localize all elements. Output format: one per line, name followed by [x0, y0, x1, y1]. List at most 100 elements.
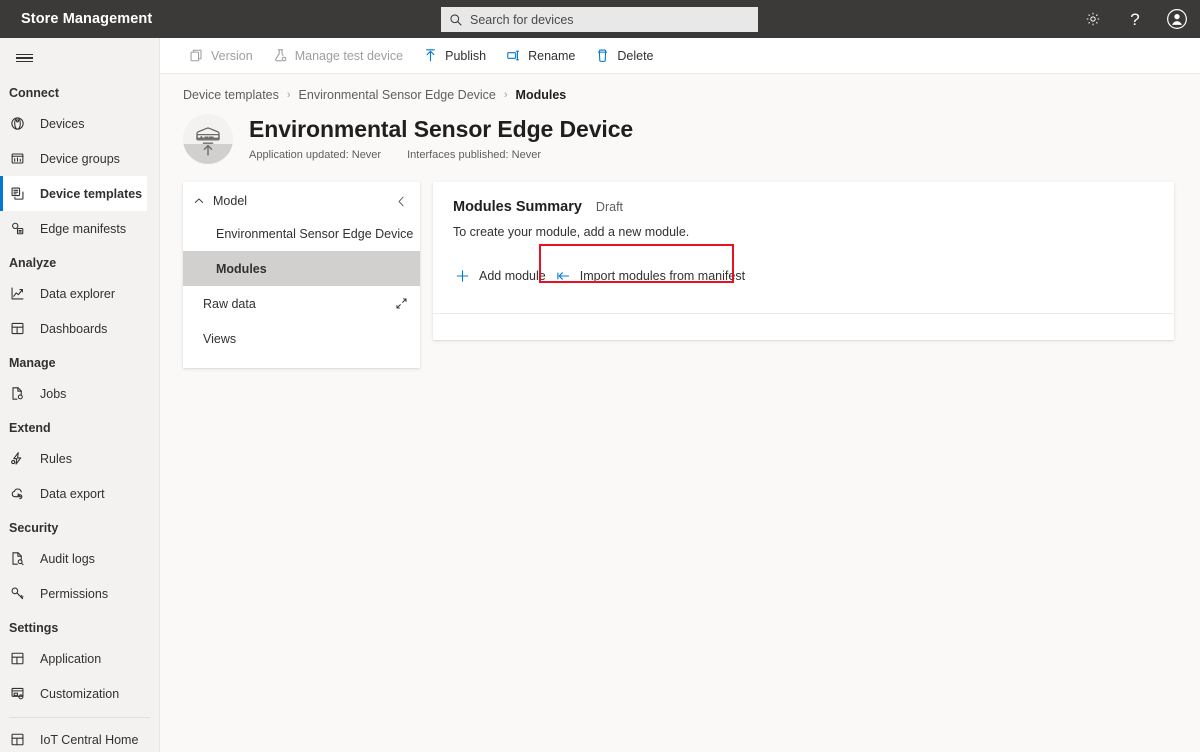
model-tree-label: Modules: [216, 261, 267, 276]
sidebar-item-label: Edge manifests: [40, 221, 127, 236]
sidebar-item-dashboards[interactable]: Dashboards: [0, 311, 159, 346]
modules-summary-card: Modules Summary Draft To create your mod…: [433, 182, 1174, 340]
sidebar-item-label: Device templates: [40, 186, 143, 201]
sidebar-item-label: Rules: [40, 451, 72, 466]
search-box[interactable]: [441, 7, 758, 32]
model-panel: Model Environmental Sensor Edge Device Mo…: [183, 182, 420, 368]
sidebar-item-audit-logs[interactable]: Audit logs: [0, 541, 159, 576]
sidebar-item-label: Dashboards: [40, 321, 108, 336]
rename-button[interactable]: Rename: [499, 41, 582, 71]
model-tree-item-modules[interactable]: Modules: [183, 251, 420, 286]
sidebar-item-label: Permissions: [40, 586, 109, 601]
sidebar-section-title: Security: [9, 521, 59, 535]
app-title: Store Management: [21, 11, 153, 27]
dashboard-grid-icon: [9, 320, 26, 337]
model-tree-item-environmental-sensor-edge-device[interactable]: Environmental Sensor Edge Device: [183, 216, 420, 251]
publish-up-arrow-icon: [423, 48, 438, 63]
delete-button[interactable]: Delete: [588, 41, 660, 71]
sidebar-item-label: Data export: [40, 486, 105, 501]
command-label: Manage test device: [294, 48, 404, 63]
chevron-left-icon[interactable]: [394, 194, 408, 208]
sidebar-item-label: IoT Central Home: [40, 732, 139, 747]
test-device-flask-icon: [273, 48, 288, 63]
search-icon: [449, 13, 463, 27]
main-content: Device templates › Environmental Sensor Ed…: [160, 74, 1200, 752]
help-glyph: ?: [1130, 9, 1140, 29]
sidebar-item-device-templates[interactable]: Device templates: [0, 176, 147, 211]
sidebar-item-customization[interactable]: Customization: [0, 676, 159, 711]
audit-log-icon: [9, 550, 26, 567]
sidebar-item-data-export[interactable]: Data export: [0, 476, 159, 511]
page-meta-item: Interfaces published: Never: [407, 149, 542, 161]
application-grid-icon: [9, 650, 26, 667]
device-groups-icon: [9, 150, 26, 167]
summary-header: Modules Summary Draft: [433, 199, 1174, 215]
version-copy-icon: [189, 48, 204, 63]
sidebar-item-device-groups[interactable]: Device groups: [0, 141, 159, 176]
publish-button[interactable]: Publish: [416, 41, 493, 71]
edge-manifests-icon: [9, 220, 26, 237]
hamburger-icon[interactable]: [0, 40, 48, 76]
sidebar-item-label: Audit logs: [40, 551, 95, 566]
import-modules-from-manifest-button[interactable]: Import modules from manifest: [554, 261, 753, 291]
model-panel-header[interactable]: Model: [183, 186, 420, 216]
model-tree-item-raw-data[interactable]: Raw data: [183, 286, 420, 321]
add-module-button[interactable]: Add module: [453, 261, 554, 291]
sidebar-item-label: Customization: [40, 686, 120, 701]
breadcrumb-separator: ›: [503, 89, 508, 101]
sidebar-section-title: Connect: [9, 86, 59, 100]
model-tree-item-views[interactable]: Views: [183, 321, 420, 356]
sidebar-navigation: Connect Devices Device groups Device templa…: [0, 38, 160, 752]
sidebar-item-edge-manifests[interactable]: Edge manifests: [0, 211, 159, 246]
plus-icon: [455, 269, 470, 284]
customization-icon: [9, 685, 26, 702]
top-app-bar: Store Management ?: [0, 0, 1200, 38]
trash-icon: [595, 48, 610, 63]
rules-icon: [9, 450, 26, 467]
rename-icon: [506, 48, 521, 63]
action-label: Add module: [479, 269, 546, 283]
key-icon: [9, 585, 26, 602]
action-label: Import modules from manifest: [579, 269, 746, 283]
status-badge: Draft: [595, 200, 624, 214]
sidebar-item-permissions[interactable]: Permissions: [0, 576, 159, 611]
command-label: Publish: [445, 48, 487, 63]
chart-line-icon: [9, 285, 26, 302]
sidebar-section-title: Manage: [9, 356, 56, 370]
panels-row: Model Environmental Sensor Edge Device Mo…: [160, 164, 1200, 368]
user-account-icon[interactable]: [1164, 6, 1190, 32]
sidebar-item-rules[interactable]: Rules: [0, 441, 159, 476]
search-input[interactable]: [470, 12, 730, 27]
jobs-file-icon: [9, 385, 26, 402]
sidebar-item-data-explorer[interactable]: Data explorer: [0, 276, 159, 311]
sidebar-item-label: Devices: [40, 116, 85, 131]
model-tree-label: Raw data: [203, 296, 256, 311]
breadcrumb-item[interactable]: Environmental Sensor Edge Device: [299, 88, 496, 102]
card-footer: [433, 314, 1174, 340]
devices-icon: [9, 115, 26, 132]
sidebar-item-label: Application: [40, 651, 102, 666]
sidebar-item-application[interactable]: Application: [0, 641, 159, 676]
home-grid-icon: [9, 731, 26, 748]
page-header: Environmental Sensor Edge Device Applica…: [160, 102, 1200, 164]
sidebar-section-title: Settings: [9, 621, 59, 635]
sidebar-item-jobs[interactable]: Jobs: [0, 376, 159, 411]
command-label: Delete: [617, 48, 654, 63]
command-bar: Version Manage test device Publish Rename De…: [160, 38, 1200, 74]
sidebar-section-title: Extend: [9, 421, 51, 435]
sidebar-item-devices[interactable]: Devices: [0, 106, 159, 141]
breadcrumb-item[interactable]: Device templates: [183, 88, 279, 102]
summary-actions: Add module Import modules from manifest: [433, 244, 1174, 295]
question-mark-icon[interactable]: ?: [1122, 6, 1148, 32]
sidebar-item-label: Jobs: [40, 386, 67, 401]
expand-diagonal-icon[interactable]: [395, 297, 408, 310]
breadcrumb-separator: ›: [286, 89, 291, 101]
sidebar-item-iot-central-home[interactable]: IoT Central Home: [0, 722, 159, 752]
manage-test-device-button: Manage test device: [266, 41, 410, 71]
model-panel-label: Model: [213, 194, 248, 208]
top-bar-actions: ?: [1080, 0, 1190, 38]
gear-icon[interactable]: [1080, 6, 1106, 32]
model-tree-label: Environmental Sensor Edge Device: [216, 226, 414, 241]
cloud-export-icon: [9, 485, 26, 502]
command-label: Version: [211, 48, 253, 63]
